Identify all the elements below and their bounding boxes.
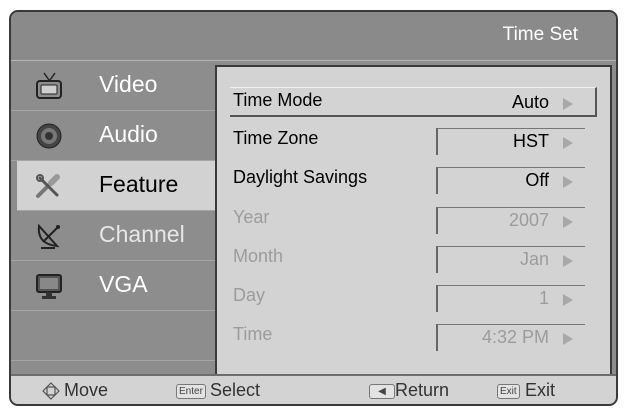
page-title: Time Set [502,24,578,45]
return-hint: Return [395,380,450,400]
value-selector: 1 [436,285,585,312]
title-bar: Time Set [11,12,616,61]
value-selector: Jan [436,246,585,273]
arrow-right-icon [563,176,573,188]
arrow-right-icon [563,98,573,110]
enter-key-icon: Enter [176,384,206,399]
setting-value: 1 [538,288,549,308]
arrow-right-icon [563,216,573,228]
sidebar-item-label: Video [99,71,158,97]
sidebar-item-video[interactable]: Video [11,61,216,111]
setting-value: HST [513,131,549,151]
value-selector[interactable]: Auto [436,90,585,117]
setting-row-day: Day 1 [230,283,597,313]
arrow-right-icon [563,294,573,306]
sidebar-item-label: Channel [99,221,185,247]
exit-hint: Exit [525,380,556,400]
setting-label: Time [233,324,273,344]
select-hint: Select [210,380,261,400]
satellite-dish-icon [37,223,60,249]
setting-label: Daylight Savings [233,167,368,187]
exit-key-icon: Exit [497,384,520,399]
value-selector: 2007 [436,207,585,234]
sidebar-item-channel[interactable]: Channel [11,211,216,261]
tv-icon [36,72,62,99]
setting-row-daylight-savings[interactable]: Daylight Savings Off [230,165,597,195]
setting-value: 2007 [508,210,549,230]
setting-label: Time Zone [233,128,319,148]
arrow-right-icon [563,333,573,345]
setting-row-time: Time 4:32 PM [230,322,597,352]
setting-value: Off [525,170,549,190]
setting-value: 4:32 PM [481,327,549,347]
tools-icon [36,174,60,198]
time-set-panel: Time Mode Auto Time Zone HST Daylight Sa… [215,65,612,376]
setting-row-month: Month Jan [230,244,597,274]
move-hint: Move [64,380,109,400]
value-selector: 4:32 PM [436,324,585,351]
sidebar-item-label: Feature [99,171,179,197]
arrow-right-icon [563,255,573,267]
sidebar-spacer [11,311,216,361]
sidebar-item-audio[interactable]: Audio [11,111,216,161]
setting-value: Auto [511,92,549,112]
setting-label: Time Mode [233,90,323,110]
value-selector[interactable]: Off [436,167,585,194]
setting-row-time-mode[interactable]: Time Mode Auto [230,87,597,117]
setting-value: Jan [519,249,549,269]
sidebar-item-vga[interactable]: VGA [11,261,216,311]
arrow-right-icon [563,137,573,149]
sidebar-item-feature[interactable]: Feature [17,161,216,211]
setting-label: Day [233,285,266,305]
move-arrows-icon [42,382,60,400]
sidebar-item-label: Audio [99,121,158,147]
speaker-icon [36,123,62,149]
return-key-icon: ◀ [369,384,395,399]
sidebar: Video Audio Feature Channel VGA [11,61,216,379]
osd-menu-window: Time Set Video Audio Feature Channel VGA… [9,10,618,406]
monitor-icon [36,274,62,299]
setting-row-year: Year 2007 [230,205,597,235]
value-selector[interactable]: HST [436,128,585,155]
sidebar-item-label: VGA [99,271,148,297]
setting-label: Year [233,207,270,227]
setting-row-time-zone[interactable]: Time Zone HST [230,126,597,156]
help-bar: Move Enter Select ◀ Return Exit Exit [11,374,616,404]
setting-label: Month [233,246,284,266]
